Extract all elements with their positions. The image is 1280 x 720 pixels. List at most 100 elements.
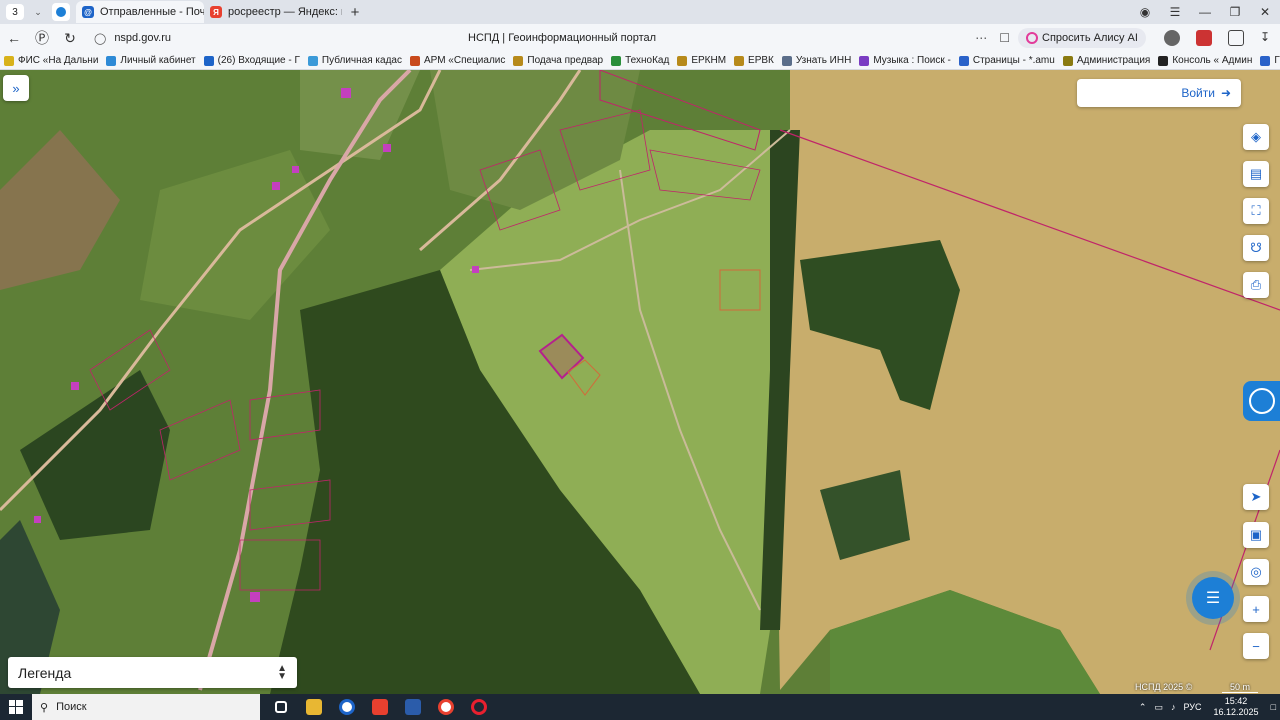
bookmark-label: АРМ «Специалис <box>423 55 506 66</box>
geolocation-button[interactable]: ◎ <box>1243 559 1269 585</box>
browser-tab-strip: 3 ⌄ @ Отправленные - Почта М Я росреестр… <box>0 0 1280 24</box>
bookmark-label: ГИС Торги – про <box>1274 55 1280 66</box>
language-indicator[interactable]: РУС <box>1183 702 1201 712</box>
tab-yandex-search[interactable]: Я росреестр — Яндекс: наш <box>204 1 342 23</box>
bookmark-label: Музыка : Поиск - <box>873 55 951 66</box>
extension-icon[interactable] <box>1195 30 1212 46</box>
bookmark-item[interactable]: Музыка : Поиск - <box>855 55 955 66</box>
search-icon: ⚲ <box>40 701 49 714</box>
taskbar-search[interactable]: ⚲ Поиск <box>32 694 260 720</box>
layers-button[interactable]: ◈ <box>1243 124 1269 150</box>
show-hidden-icons[interactable]: ⌃ <box>1139 702 1147 713</box>
reload-icon[interactable]: ↻ <box>56 30 84 47</box>
assistant-side-button[interactable] <box>1243 381 1280 421</box>
bookmark-item[interactable]: Личный кабинет <box>102 55 199 66</box>
bookmark-label: ЕРВК <box>748 55 774 66</box>
system-tray: ⌃ ▭ ♪ РУС 15:42 16.12.2025 □ <box>1135 694 1280 720</box>
bookmark-item[interactable]: Страницы - *.amu <box>955 55 1059 66</box>
profile-icon[interactable]: ◉ <box>1130 5 1160 19</box>
task-view-button[interactable] <box>264 694 297 720</box>
bookmark-label: (26) Входящие - Г <box>217 55 300 66</box>
more-options-icon[interactable]: ⋯ <box>975 31 987 45</box>
back-arrow-icon[interactable]: ← <box>0 30 28 46</box>
browser-home-tab-icon[interactable] <box>52 3 70 21</box>
zoom-in-button[interactable]: + <box>1243 596 1269 622</box>
expand-collapse-icon: ▲ ▼ <box>277 662 287 682</box>
app-icon[interactable] <box>330 694 363 720</box>
bookmark-label: ЕРКНМ <box>691 55 727 66</box>
print-button[interactable]: ⎙ <box>1243 272 1269 298</box>
bookmark-item[interactable]: ЕРКНМ <box>673 55 730 66</box>
volume-icon[interactable]: ♪ <box>1171 702 1176 712</box>
bookmark-item[interactable]: (26) Входящие - Г <box>200 55 304 66</box>
taskbar-apps <box>264 694 495 720</box>
expand-panel-button[interactable]: » <box>3 75 29 101</box>
bookmark-item[interactable]: ГИС Торги – про <box>1256 55 1280 66</box>
bookmark-label: Администрация <box>1076 55 1151 66</box>
bookmark-label: Узнать ИНН <box>795 55 852 66</box>
alice-icon <box>1026 32 1038 44</box>
tab-counter[interactable]: 3 <box>6 4 24 20</box>
bookmark-label: Личный кабинет <box>120 55 196 66</box>
bookmark-favicon-icon <box>4 55 14 66</box>
bookmark-item[interactable]: Узнать ИНН <box>778 55 855 66</box>
word-icon[interactable] <box>396 694 429 720</box>
extension-icon[interactable] <box>1163 30 1180 46</box>
minimize-icon[interactable]: — <box>1190 5 1220 19</box>
bookmark-favicon-icon <box>203 55 214 66</box>
minimap-button[interactable]: ▣ <box>1243 522 1269 548</box>
opera-icon[interactable] <box>462 694 495 720</box>
zoom-out-button[interactable]: − <box>1243 633 1269 659</box>
ruler-button[interactable]: ▤ <box>1243 161 1269 187</box>
bookmark-item[interactable]: Администрация <box>1059 55 1155 66</box>
bookmark-item[interactable]: АРМ «Специалис <box>406 55 509 66</box>
bookmark-item[interactable]: Публичная кадас <box>304 55 406 66</box>
yandex-app-icon[interactable] <box>363 694 396 720</box>
mail-favicon-icon: @ <box>82 6 94 18</box>
tab-list-chevron-icon[interactable]: ⌄ <box>30 4 46 20</box>
bookmark-favicon-icon <box>513 55 524 66</box>
clock[interactable]: 15:42 16.12.2025 <box>1214 696 1259 718</box>
start-button[interactable] <box>0 694 32 720</box>
locate-me-button[interactable]: ➤ <box>1243 484 1269 510</box>
scale-bar: 50 m <box>1222 682 1258 693</box>
new-tab-button[interactable]: + <box>346 3 364 21</box>
clock-time: 15:42 <box>1224 696 1248 706</box>
bookmark-label: ТехноКад <box>625 55 670 66</box>
chat-button[interactable]: ☰ <box>1192 577 1234 619</box>
menu-icon[interactable]: ☰ <box>1160 5 1190 19</box>
tab-mail[interactable]: @ Отправленные - Почта М <box>76 1 204 23</box>
satellite-map-image <box>0 70 1280 694</box>
share-button[interactable]: ☋ <box>1243 235 1269 261</box>
bookmark-item[interactable]: Подача предвар <box>509 55 607 66</box>
bookmark-label: Консоль « Админ <box>1172 55 1253 66</box>
bookmark-item[interactable]: ЕРВК <box>730 55 778 66</box>
file-explorer-icon[interactable] <box>297 694 330 720</box>
assistant-icon <box>1248 388 1275 414</box>
close-icon[interactable]: ✕ <box>1250 5 1280 19</box>
legend-panel[interactable]: Легенда ▲ ▼ <box>8 657 297 688</box>
select-area-button[interactable]: ⛶ <box>1243 198 1269 224</box>
ask-alice-button[interactable]: Спросить Алису AI <box>1018 28 1146 48</box>
login-button[interactable]: Войти ➜ <box>1077 79 1241 107</box>
yandex-logo-icon[interactable]: Ⓟ <box>28 28 56 48</box>
notifications-icon[interactable]: □ <box>1271 702 1276 712</box>
windows-taskbar: ⚲ Поиск ⌃ ▭ ♪ РУС 15:42 16.12.2025 □ <box>0 694 1280 720</box>
bookmark-item[interactable]: Консоль « Админ <box>1154 55 1256 66</box>
collections-icon[interactable] <box>1227 30 1244 46</box>
network-icon[interactable]: ▭ <box>1154 702 1163 713</box>
bookmark-item[interactable]: ФИС «На Дальни <box>0 55 102 66</box>
bookmark-favicon-icon <box>409 55 420 66</box>
url-field[interactable]: ◯ nspd.gov.ru НСПД | Геоинформационный п… <box>88 27 1018 49</box>
bookmarks-bar: ФИС «На Дальни Личный кабинет (26) Входящи… <box>0 52 1280 70</box>
taskbar-search-label: Поиск <box>56 701 87 713</box>
map-view[interactable]: » Войти ➜ ◈ ▤ ⛶ ☋ ⎙ ➤ ▣ ◎ + − ☰ Легенда … <box>0 70 1280 694</box>
downloads-icon[interactable]: ↧ <box>1260 30 1276 46</box>
bookmark-favicon-icon <box>677 55 688 66</box>
site-info-icon[interactable]: ◯ <box>94 32 106 45</box>
bookmark-favicon-icon <box>958 55 969 66</box>
bookmark-icon[interactable]: ☐ <box>999 31 1010 45</box>
restore-icon[interactable]: ❐ <box>1220 5 1250 19</box>
bookmark-item[interactable]: ТехноКад <box>607 55 673 66</box>
yandex-browser-icon[interactable] <box>429 694 462 720</box>
